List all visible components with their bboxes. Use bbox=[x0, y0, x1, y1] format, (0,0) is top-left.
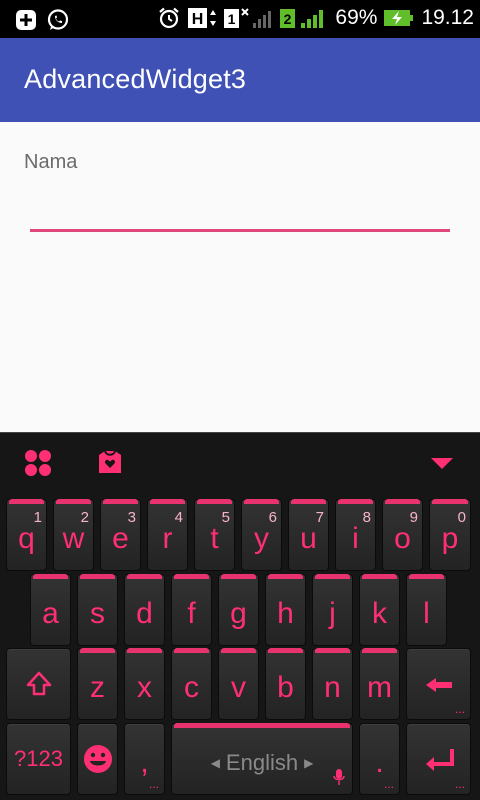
hide-keyboard-icon[interactable] bbox=[426, 447, 458, 479]
key-r[interactable]: r4 bbox=[147, 499, 188, 571]
smiley-icon bbox=[83, 745, 112, 773]
arrow-right-icon: ▶ bbox=[304, 756, 314, 770]
soft-keyboard: q1 w2 e3 r4 t5 y6 u7 i8 o9 p0 a s d f g … bbox=[0, 432, 480, 800]
key-l[interactable]: l bbox=[406, 574, 447, 646]
key-y[interactable]: y6 bbox=[241, 499, 282, 571]
space-key[interactable]: ◀ English ▶ bbox=[171, 723, 353, 795]
nama-input[interactable] bbox=[30, 182, 450, 232]
key-u[interactable]: u7 bbox=[288, 499, 329, 571]
alarm-icon bbox=[157, 6, 181, 30]
sim1-no-signal-icon: 1 bbox=[223, 6, 273, 30]
key-z[interactable]: z bbox=[77, 648, 118, 720]
arrow-left-icon: ◀ bbox=[210, 756, 220, 770]
key-o[interactable]: o9 bbox=[382, 499, 423, 571]
backspace-icon bbox=[425, 678, 452, 692]
app-bar: AdvancedWidget3 bbox=[0, 38, 480, 122]
comma-key[interactable]: ,... bbox=[124, 723, 165, 795]
shift-key[interactable] bbox=[6, 648, 71, 720]
key-j[interactable]: j bbox=[312, 574, 353, 646]
form-content: Nama bbox=[0, 122, 480, 432]
key-m[interactable]: m bbox=[359, 648, 400, 720]
key-n[interactable]: n bbox=[312, 648, 353, 720]
key-f[interactable]: f bbox=[171, 574, 212, 646]
whatsapp-icon bbox=[46, 8, 70, 32]
battery-percent: 69% bbox=[335, 6, 378, 29]
enter-key[interactable]: ... bbox=[406, 723, 471, 795]
key-p[interactable]: p0 bbox=[429, 499, 471, 571]
key-g[interactable]: g bbox=[218, 574, 259, 646]
key-v[interactable]: v bbox=[218, 648, 259, 720]
system-status: H 1 2 69% 19.12 bbox=[157, 6, 474, 30]
key-x[interactable]: x bbox=[124, 648, 165, 720]
key-e[interactable]: e3 bbox=[100, 499, 141, 571]
apps-icon[interactable] bbox=[22, 447, 54, 479]
key-d[interactable]: d bbox=[124, 574, 165, 646]
key-h[interactable]: h bbox=[265, 574, 306, 646]
shift-icon bbox=[26, 671, 51, 696]
sim2-signal-icon: 2 bbox=[279, 6, 329, 30]
emoji-key[interactable] bbox=[77, 723, 118, 795]
microphone-icon bbox=[333, 769, 345, 785]
key-a[interactable]: a bbox=[30, 574, 71, 646]
keyboard-toolbar bbox=[0, 433, 480, 493]
key-c[interactable]: c bbox=[171, 648, 212, 720]
key-w[interactable]: w2 bbox=[53, 499, 94, 571]
key-b[interactable]: b bbox=[265, 648, 306, 720]
key-s[interactable]: s bbox=[77, 574, 118, 646]
add-icon bbox=[14, 8, 38, 32]
clock: 19.12 bbox=[421, 6, 474, 29]
app-title: AdvancedWidget3 bbox=[24, 64, 247, 94]
status-bar: H 1 2 69% 19.12 bbox=[0, 0, 480, 38]
language-label: English bbox=[225, 750, 299, 775]
notification-icons bbox=[14, 8, 70, 32]
key-k[interactable]: k bbox=[359, 574, 400, 646]
svg-text:1: 1 bbox=[228, 11, 236, 27]
key-i[interactable]: i8 bbox=[335, 499, 376, 571]
symbols-key[interactable]: ?123 bbox=[6, 723, 71, 795]
nama-label: Nama bbox=[24, 151, 78, 173]
svg-text:H: H bbox=[192, 11, 204, 28]
period-key[interactable]: .... bbox=[359, 723, 400, 795]
battery-charging-icon bbox=[383, 6, 415, 30]
backspace-key[interactable]: ... bbox=[406, 648, 471, 720]
key-t[interactable]: t5 bbox=[194, 499, 235, 571]
enter-icon bbox=[425, 749, 454, 771]
svg-text:2: 2 bbox=[284, 11, 292, 27]
network-h-icon: H bbox=[187, 6, 217, 30]
theme-shop-icon[interactable] bbox=[94, 447, 126, 479]
key-q[interactable]: q1 bbox=[6, 499, 47, 571]
